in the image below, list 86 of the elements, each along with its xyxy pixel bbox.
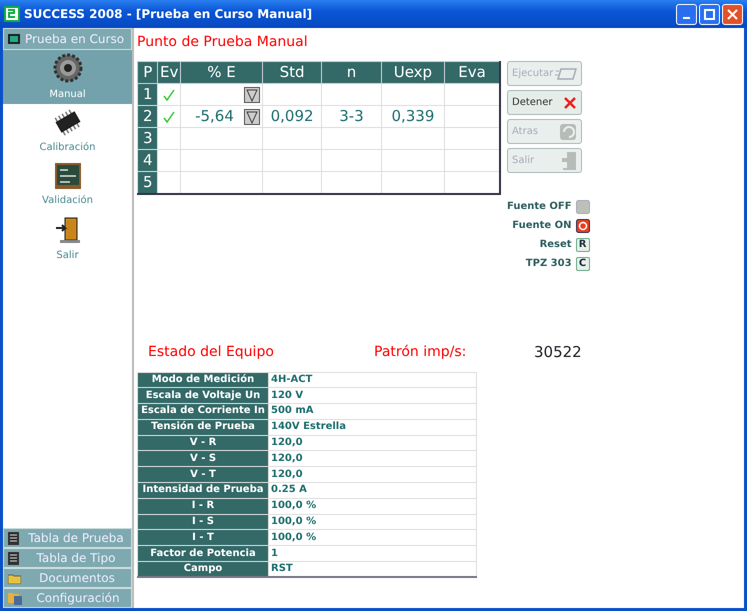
row-number: 2	[138, 106, 158, 128]
list-icon	[8, 532, 19, 544]
table-cell: 120,0	[268, 466, 476, 483]
maximize-icon	[704, 8, 715, 20]
table-cell: 100,0 %	[268, 514, 476, 530]
refresh-icon	[559, 122, 577, 140]
sidebar-tool[interactable]: Calibración	[3, 104, 132, 158]
section-title: Estado del Equipo	[148, 342, 275, 362]
row-number: 1	[138, 84, 158, 106]
close-icon	[727, 8, 738, 20]
printer-icon	[555, 66, 577, 80]
table-cell: 4H-ACT	[268, 372, 476, 388]
row-number: 4	[138, 150, 158, 172]
filter-button[interactable]	[244, 86, 260, 102]
list-icon	[8, 552, 19, 564]
table-cell: 100,0 %	[268, 530, 476, 546]
chip-icon	[52, 108, 82, 136]
table-cell: 120,0	[268, 435, 476, 451]
table-cell: Modo de Medición	[138, 372, 268, 388]
gear-icon	[52, 52, 82, 82]
indicator-label: Reset	[540, 238, 572, 252]
table-cell: 0,092	[270, 107, 314, 125]
rate-value: 30522	[534, 342, 582, 363]
table-cell: 3-3	[339, 107, 364, 125]
table-cell: -5,64	[195, 106, 234, 125]
window-title: SUCCESS 2008 - [Prueba en Curso Manual]	[24, 6, 312, 23]
table-cell: 500 mA	[268, 404, 476, 420]
table-cell: Escala de Corriente In	[138, 404, 268, 420]
minimize-icon	[683, 16, 690, 18]
column-header: Eva	[444, 62, 500, 84]
sidebar-section[interactable]: Tabla de Prueba	[3, 528, 132, 548]
minimize-button[interactable]	[676, 4, 697, 24]
table-cell: V - S	[138, 450, 268, 467]
sidebar-header-label: Prueba en Curso	[25, 31, 124, 48]
action-button[interactable]: Detener	[507, 90, 582, 115]
table-cell: V - T	[138, 466, 268, 483]
table-cell: 0.25 A	[268, 482, 476, 498]
key-button[interactable]: C	[576, 256, 590, 270]
table-cell: Tensión de Prueba	[138, 419, 268, 436]
sidebar-section[interactable]: Documentos	[3, 568, 132, 588]
column-header: Ev	[158, 62, 180, 84]
monitor-icon	[8, 34, 20, 44]
sidebar-tool[interactable]: Salir	[3, 212, 132, 266]
rate-label: Patrón imp/s:	[374, 342, 468, 362]
indicator-label: TPZ 303	[526, 257, 572, 271]
sidebar-tool[interactable]: Validación	[3, 158, 132, 212]
table-cell: I - R	[138, 498, 268, 514]
sidebar-tool[interactable]: Manual	[3, 50, 132, 104]
table-cell: Escala de Voltaje Un	[138, 388, 268, 404]
sidebar-section[interactable]: Tabla de Tipo	[3, 548, 132, 568]
column-header: % E	[180, 62, 262, 84]
maximize-button[interactable]	[699, 4, 720, 24]
close-button[interactable]	[722, 4, 743, 24]
column-header: P	[138, 62, 158, 84]
table-cell: 0,339	[391, 107, 434, 125]
indicator-label: Fuente OFF	[507, 200, 572, 214]
table-cell: 140V Estrella	[268, 419, 476, 436]
app-logo-icon	[4, 6, 20, 22]
table-cell: I - S	[138, 514, 268, 530]
folder-icon	[8, 572, 21, 584]
table-cell: 120 V	[268, 388, 476, 404]
table-cell: Campo	[138, 562, 268, 578]
sidebar-section[interactable]: Configuración	[3, 588, 132, 608]
column-header: n	[322, 62, 382, 84]
row-number: 3	[138, 128, 158, 150]
door-icon	[54, 216, 80, 244]
filter-button[interactable]	[244, 108, 260, 124]
table-cell: RST	[268, 562, 476, 578]
table-cell: Factor de Potencia	[138, 546, 268, 562]
close-icon	[563, 96, 577, 110]
table-cell: 120,0	[268, 450, 476, 467]
door-icon	[561, 150, 577, 170]
key-button[interactable]: R	[576, 238, 590, 252]
table-cell: 1	[268, 546, 476, 562]
section-title: Punto de Prueba Manual	[137, 33, 309, 52]
row-number: 5	[138, 172, 158, 194]
table-cell: 100,0 %	[268, 498, 476, 514]
table-cell: I - T	[138, 530, 268, 546]
table-cell: V - R	[138, 435, 268, 451]
chalkboard-icon	[54, 162, 80, 188]
folder-icon	[8, 591, 23, 605]
column-header: Std	[262, 62, 322, 84]
column-header: Uexp	[381, 62, 445, 84]
sidebar-header[interactable]: Prueba en Curso	[3, 28, 132, 50]
indicator-label: Fuente ON	[512, 219, 572, 233]
table-cell: Intensidad de Prueba	[138, 482, 268, 498]
